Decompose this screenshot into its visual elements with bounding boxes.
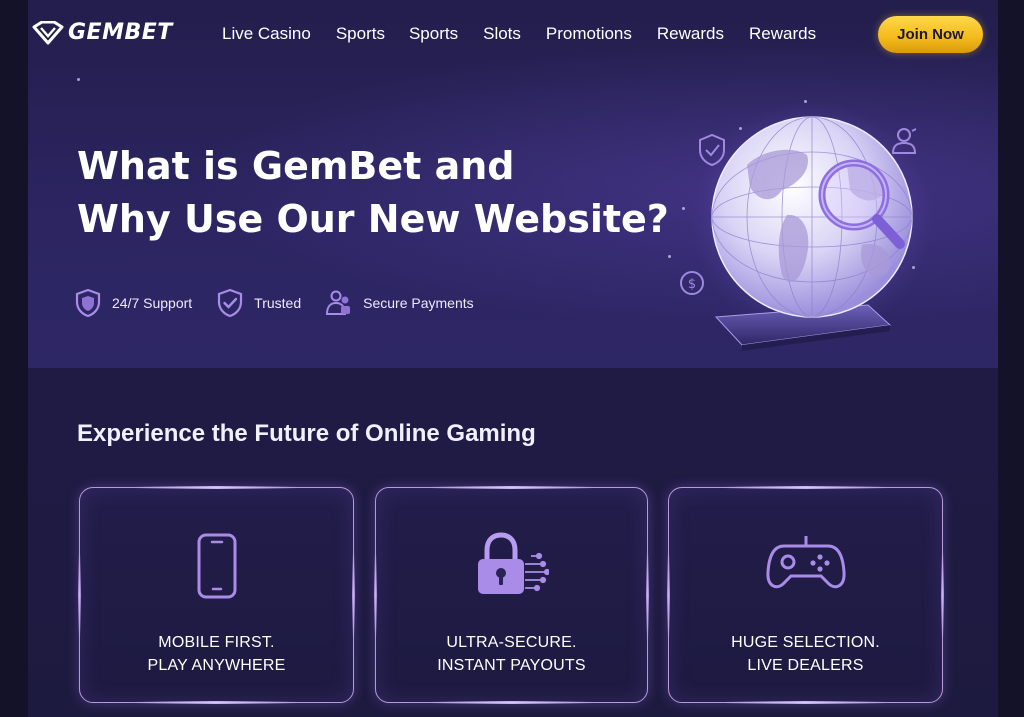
feature-label-line-1: MOBILE FIRST.: [158, 634, 275, 651]
feature-label-line-2: PLAY ANYWHERE: [147, 657, 286, 674]
gamepad-icon: [669, 532, 942, 594]
badge-label: Secure Payments: [363, 295, 474, 311]
nav-link-rewards[interactable]: Rewards: [657, 24, 724, 44]
card-glow: [134, 486, 299, 489]
brand-logo[interactable]: GEMBET: [32, 20, 173, 45]
feature-card-secure[interactable]: ULTRA-SECURE. INSTANT PAYOUTS: [374, 486, 649, 704]
feature-label: ULTRA-SECURE. INSTANT PAYOUTS: [376, 631, 647, 677]
nav-links: Live Casino Sports Sports Slots Promotio…: [222, 24, 841, 44]
page-margin-left: [0, 0, 28, 717]
star-dot: [77, 78, 80, 81]
card-glow: [430, 701, 593, 704]
globe-magnifier-illustration: $: [672, 95, 932, 360]
badge-support: 24/7 Support: [74, 288, 192, 318]
hero-title-line-2: Why Use Our New Website?: [77, 197, 669, 241]
dollar-coin-icon: $: [680, 271, 704, 295]
feature-label: HUGE SELECTION. LIVE DEALERS: [669, 631, 942, 677]
star-dot: [668, 255, 671, 258]
padlock-icon: [376, 532, 647, 598]
badge-label: Trusted: [254, 295, 302, 311]
card-glow: [134, 701, 299, 704]
nav-link-sports[interactable]: Sports: [336, 24, 385, 44]
feature-label-line-2: INSTANT PAYOUTS: [437, 657, 586, 674]
users-icon: [326, 290, 351, 315]
brand-name: GEMBET: [68, 20, 173, 45]
svg-text:$: $: [688, 277, 696, 292]
card-glow: [723, 701, 888, 704]
features-title: Experience the Future of Online Gaming: [77, 420, 536, 447]
feature-card-mobile[interactable]: MOBILE FIRST. PLAY ANYWHERE: [78, 486, 355, 704]
badge-secure-payments: Secure Payments: [325, 289, 474, 317]
feature-label: MOBILE FIRST. PLAY ANYWHERE: [80, 631, 353, 677]
nav-link-rewards-2[interactable]: Rewards: [749, 24, 816, 44]
gem-logo-icon: [32, 20, 64, 44]
nav-link-live-casino[interactable]: Live Casino: [222, 24, 311, 44]
hero-title-line-1: What is GemBet and: [77, 144, 515, 188]
top-nav: GEMBET Live Casino Sports Sports Slots P…: [0, 0, 1024, 70]
hero-title: What is GemBet and Why Use Our New Websi…: [77, 140, 677, 246]
nav-link-sports-2[interactable]: Sports: [409, 24, 458, 44]
shield-check-icon: [218, 288, 243, 318]
badge-trusted: Trusted: [216, 288, 301, 318]
feature-label-line-1: HUGE SELECTION.: [731, 634, 880, 651]
feature-label-line-1: ULTRA-SECURE.: [446, 634, 577, 651]
nav-link-slots[interactable]: Slots: [483, 24, 521, 44]
card-glow: [430, 486, 593, 489]
trust-badges: 24/7 Support Trusted Secure Payments: [74, 288, 498, 318]
card-glow: [723, 486, 888, 489]
nav-link-promotions[interactable]: Promotions: [546, 24, 632, 44]
feature-card-selection[interactable]: HUGE SELECTION. LIVE DEALERS: [667, 486, 944, 704]
page-margin-right: [998, 0, 1024, 717]
feature-label-line-2: LIVE DEALERS: [747, 657, 864, 674]
join-now-button[interactable]: Join Now: [878, 16, 983, 53]
badge-label: 24/7 Support: [112, 295, 193, 311]
smartphone-icon: [80, 532, 353, 600]
shield-icon: [75, 288, 101, 318]
